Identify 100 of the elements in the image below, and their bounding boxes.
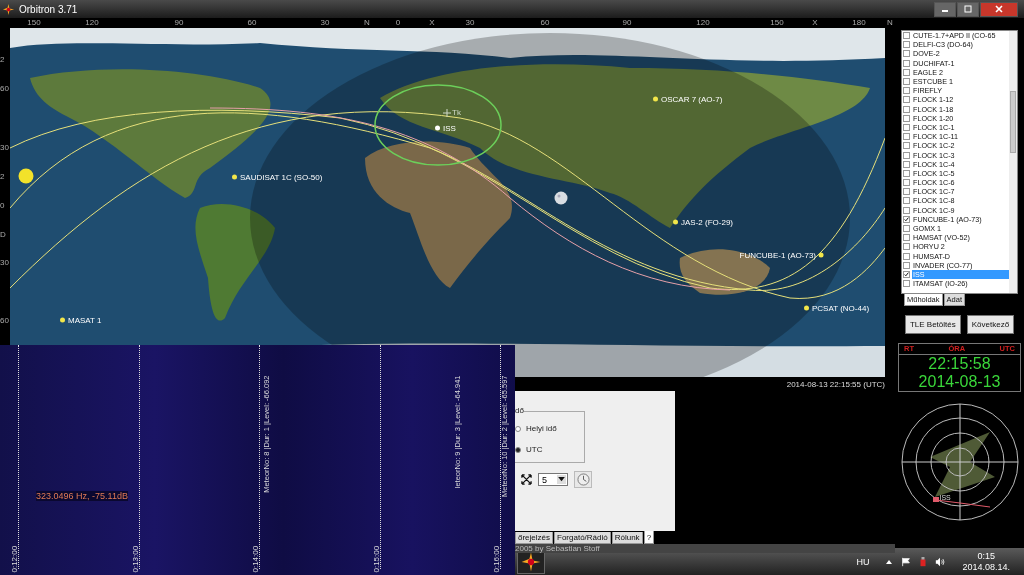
- time-label: 0:12:00: [9, 544, 19, 573]
- checkbox[interactable]: [903, 78, 910, 86]
- longitude-label: N: [364, 18, 370, 28]
- check-icon: [904, 270, 909, 278]
- panel-tab[interactable]: ?: [643, 531, 655, 544]
- clock-time: 22:15:58: [928, 355, 991, 373]
- app-logo-icon: [2, 2, 15, 16]
- taskbar-date[interactable]: 2014.08.14.: [962, 561, 1010, 573]
- latitude-label: D: [0, 229, 6, 239]
- checkbox[interactable]: [903, 59, 910, 67]
- longitude-label: 30: [465, 18, 475, 28]
- longitude-label: X: [429, 18, 435, 28]
- checkbox[interactable]: [903, 243, 910, 251]
- time-label: 0:14:00: [250, 544, 260, 573]
- checkbox[interactable]: [903, 50, 910, 58]
- latitude-label: 60: [0, 315, 9, 325]
- longitude-label: N: [887, 18, 893, 28]
- latitude-label: 2: [0, 171, 5, 181]
- checkbox[interactable]: [903, 280, 910, 288]
- time-label: 0:16:00: [491, 544, 501, 573]
- clock-button[interactable]: [574, 471, 592, 488]
- checkbox[interactable]: [903, 225, 910, 233]
- checkbox[interactable]: [903, 179, 910, 187]
- close-icon: [994, 4, 1004, 14]
- satellite-dot[interactable]: [673, 219, 678, 225]
- satellite-dot[interactable]: [435, 125, 440, 131]
- longitude-label: 150: [27, 18, 41, 28]
- checkbox[interactable]: [903, 123, 910, 131]
- checkbox[interactable]: [903, 133, 910, 141]
- satellite-label: MASAT 1: [68, 315, 102, 325]
- panel-tab[interactable]: őrejelzés: [515, 532, 553, 544]
- longitude-label: 60: [540, 18, 550, 28]
- language-indicator[interactable]: HU: [856, 556, 870, 567]
- power-icon[interactable]: [918, 556, 929, 567]
- satellite-label: SAUDISAT 1C (SO-50): [240, 172, 323, 182]
- sun-icon: [18, 168, 34, 184]
- checkbox[interactable]: [903, 105, 910, 113]
- satellite-label: ISS: [443, 123, 456, 133]
- satellite-dot[interactable]: [653, 96, 658, 102]
- satellite-dot[interactable]: [819, 252, 824, 258]
- taskbar-time[interactable]: 0:15: [977, 550, 995, 562]
- checkbox[interactable]: [903, 68, 910, 76]
- checkbox[interactable]: [903, 160, 910, 168]
- clock-date: 2014-08-13: [918, 373, 1001, 391]
- window-title: Orbitron 3.71: [19, 3, 78, 15]
- checkbox[interactable]: [903, 87, 910, 95]
- map-timestamp: 2014-08-13 22:15:55 (UTC): [786, 379, 885, 389]
- checkbox[interactable]: [903, 142, 910, 150]
- frequency-readout: 323.0496 Hz, -75.11dB: [36, 491, 128, 501]
- longitude-label: 120: [85, 18, 99, 28]
- checkbox[interactable]: [903, 197, 910, 205]
- scrollbar[interactable]: [1009, 31, 1017, 293]
- time-label: 0:13:00: [130, 544, 140, 573]
- expand-icon[interactable]: [521, 474, 532, 485]
- check-icon: [904, 215, 909, 223]
- latitude-label: 0: [0, 200, 5, 210]
- satellite-dot[interactable]: [60, 317, 65, 323]
- longitude-label: 150: [770, 18, 784, 28]
- panel-tab[interactable]: Forgató/Rádió: [554, 532, 611, 544]
- satellite-dot[interactable]: [804, 305, 809, 311]
- action-button[interactable]: Következő: [966, 315, 1015, 334]
- maximize-button[interactable]: [957, 1, 979, 17]
- checkbox[interactable]: [903, 261, 910, 269]
- checkbox[interactable]: [903, 169, 910, 177]
- longitude-label: 120: [696, 18, 710, 28]
- checkbox[interactable]: [903, 41, 910, 49]
- checkbox[interactable]: [903, 32, 910, 40]
- checkbox[interactable]: [903, 114, 910, 122]
- longitude-label: X: [812, 18, 818, 28]
- minimize-button[interactable]: [934, 1, 956, 17]
- checkbox[interactable]: [903, 206, 910, 214]
- step-dropdown[interactable]: 5: [538, 473, 568, 486]
- action-button[interactable]: TLE Betöltés: [904, 315, 961, 334]
- longitude-label: 90: [174, 18, 184, 28]
- checkbox[interactable]: [903, 270, 910, 278]
- checkbox[interactable]: [903, 188, 910, 196]
- checkbox[interactable]: [903, 215, 910, 223]
- checkbox[interactable]: [903, 96, 910, 104]
- satellite-dot[interactable]: [232, 174, 237, 180]
- checkbox[interactable]: [903, 151, 910, 159]
- checkbox[interactable]: [903, 252, 910, 260]
- close-button[interactable]: [980, 1, 1018, 17]
- latitude-label: 2: [0, 54, 5, 64]
- longitude-label: 90: [622, 18, 632, 28]
- panel-tab[interactable]: Rólunk: [611, 532, 643, 544]
- longitude-label: 30: [320, 18, 330, 28]
- status-text: 2005 by Sebastian Stoff: [515, 544, 600, 553]
- time-label: 0:15:00: [371, 544, 381, 573]
- dropdown-arrow-icon: [558, 477, 565, 482]
- checkbox[interactable]: [903, 234, 910, 242]
- maximize-icon: [963, 4, 973, 14]
- flag-icon[interactable]: [901, 556, 912, 567]
- speaker-icon[interactable]: [935, 556, 946, 567]
- longitude-label: 180: [852, 18, 866, 28]
- group-label: dő: [515, 406, 524, 415]
- clock-icon: [576, 473, 590, 486]
- latitude-label: 30: [0, 257, 9, 267]
- latitude-label: 30: [0, 142, 9, 152]
- observer-label: Tk: [452, 108, 461, 117]
- satellite-label: JAS-2 (FO-29): [681, 217, 733, 227]
